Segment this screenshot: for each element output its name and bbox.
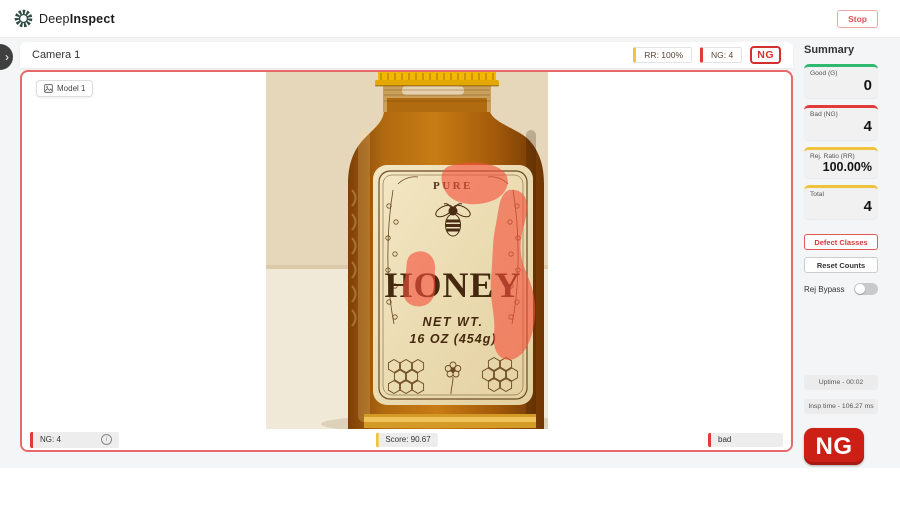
top-bar: DeepInspect Stop xyxy=(0,0,900,38)
rej-bypass-label: Rej Bypass xyxy=(804,284,845,294)
info-icon[interactable]: i xyxy=(101,434,112,445)
total-count-label: Total xyxy=(810,190,824,198)
model-chip-label: Model 1 xyxy=(57,84,86,93)
rejection-ratio-value: 100.00% xyxy=(822,159,872,174)
defect-classes-button[interactable]: Defect Classes xyxy=(804,234,878,251)
rejection-ratio-card: Rej. Ratio (RR) 100.00% xyxy=(804,146,878,178)
good-count-value: 0 xyxy=(863,77,872,94)
rej-bypass-row: Rej Bypass xyxy=(804,283,878,296)
footer-class-chip: bad xyxy=(708,432,783,447)
summary-sidebar: Summary Good (G) 0 Bad (NG) 4 Rej. Ratio… xyxy=(804,44,878,466)
bad-count-label: Bad (NG) xyxy=(810,111,838,119)
insp-time-chip: Insp time - 106.27 ms xyxy=(804,399,878,415)
stop-button[interactable]: Stop xyxy=(837,9,878,28)
label-netwt-text: NET WT. xyxy=(422,315,483,329)
picture-icon xyxy=(44,84,53,93)
chevron-right-icon: › xyxy=(5,50,9,64)
result-badge: NG xyxy=(804,428,864,466)
inspection-panel: Model 1 HONEY NET WT. 16 OZ (454g) NG: 4… xyxy=(20,70,793,452)
bad-count-value: 4 xyxy=(863,118,872,136)
ng-count-chip: NG: 4 xyxy=(700,47,743,63)
toggle-knob xyxy=(855,284,865,295)
camera-title: Camera 1 xyxy=(32,49,81,61)
rej-bypass-toggle[interactable] xyxy=(854,283,878,296)
status-badge: NG xyxy=(750,46,781,64)
footer-ng-label: NG: 4 xyxy=(40,435,61,444)
total-count-card: Total 4 xyxy=(804,184,878,220)
footer-ng-chip: NG: 4 i xyxy=(30,431,119,448)
summary-heading: Summary xyxy=(804,44,855,56)
total-count-value: 4 xyxy=(863,197,872,215)
label-size-text: 16 OZ (454g) xyxy=(409,332,496,346)
app-logo: DeepInspect xyxy=(14,9,115,28)
bottle-cap xyxy=(374,72,499,87)
model-selector-chip[interactable]: Model 1 xyxy=(36,80,94,97)
rejection-ratio-chip: RR: 100% xyxy=(633,47,693,63)
camera-section: Camera 1 RR: 100% NG: 4 NG Model 1 HONEY… xyxy=(20,42,793,452)
bad-count-card: Bad (NG) 4 xyxy=(804,105,878,140)
camera-feed-view: PURE HONEY NET WT. 16 OZ (454g) xyxy=(22,72,791,429)
good-count-card: Good (G) 0 xyxy=(804,64,878,99)
good-count-label: Good (G) xyxy=(810,70,838,77)
app-title: DeepInspect xyxy=(39,11,115,26)
honey-bottle-image: PURE HONEY NET WT. 16 OZ (454g) xyxy=(265,72,548,429)
camera-status-chips: RR: 100% NG: 4 NG xyxy=(633,46,781,64)
reset-counts-button[interactable]: Reset Counts xyxy=(804,257,878,274)
uptime-chip: Uptime - 00:02 xyxy=(804,375,878,391)
result-footer-bar: NG: 4 i Score: 90.67 bad xyxy=(22,429,791,450)
camera-header: Camera 1 RR: 100% NG: 4 NG xyxy=(20,42,793,68)
rejection-ratio-label: Rej. Ratio (RR) xyxy=(810,152,855,160)
footer-score-chip: Score: 90.67 xyxy=(375,432,438,447)
gear-logo-icon xyxy=(14,9,33,28)
